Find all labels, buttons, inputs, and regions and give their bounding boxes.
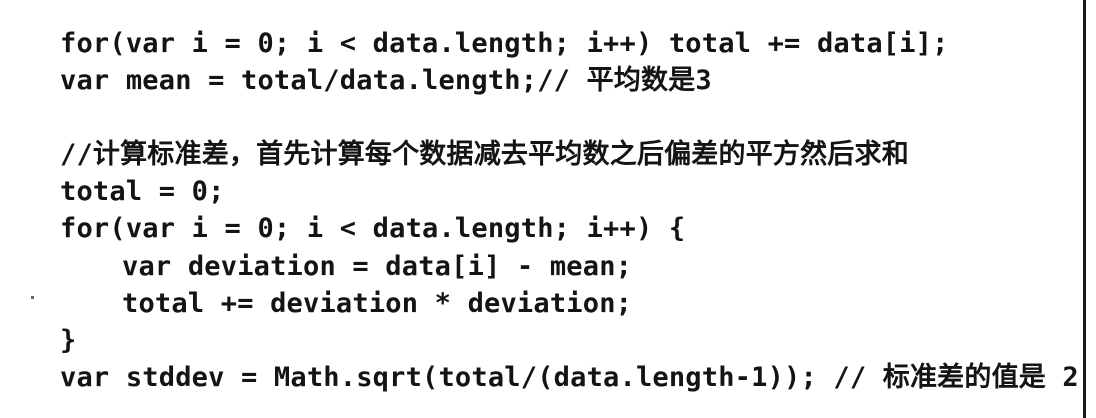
code-line-6: for(var i = 0; i < data.length; i++) { xyxy=(60,213,686,245)
document-page: for(var i = 0; i < data.length; i++) tot… xyxy=(0,0,1096,418)
scan-speck xyxy=(31,296,34,299)
code-line-4-comment: //计算标准差，首先计算每个数据减去平均数之后偏差的平方然后求和 xyxy=(60,139,909,171)
code-line-1: for(var i = 0; i < data.length; i++) tot… xyxy=(60,28,949,59)
code-line-8: total += deviation * deviation; xyxy=(122,287,633,319)
code-line-10: var stddev = Math.sqrt(total/(data.lengt… xyxy=(60,361,1079,393)
page-edge-line xyxy=(1083,0,1086,418)
code-line-2: var mean = total/data.length;// 平均数是3 xyxy=(60,65,712,97)
code-line-9: } xyxy=(60,324,77,356)
code-line-5: total = 0; xyxy=(60,176,225,208)
code-line-7: var deviation = data[i] - mean; xyxy=(122,250,633,282)
code-line-3-blank xyxy=(60,99,1079,136)
code-block: for(var i = 0; i < data.length; i++) tot… xyxy=(60,25,1079,396)
